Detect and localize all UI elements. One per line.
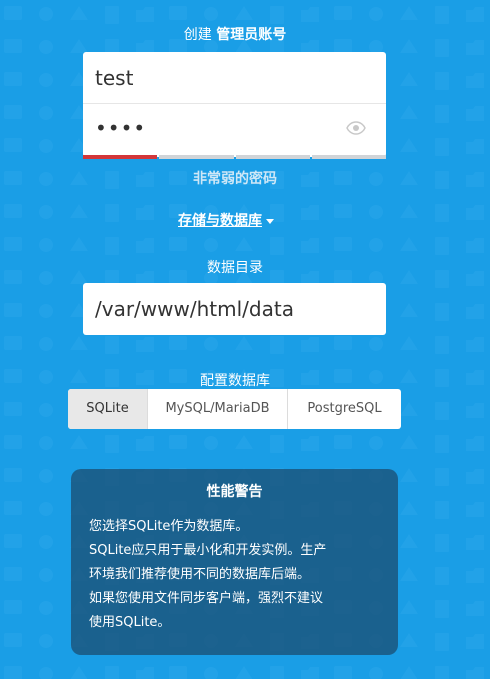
- setup-form: 创建 管理员账号 test •••• 非常弱的密码 存储与数据库 数据目录 /v…: [0, 0, 490, 679]
- admin-credentials-card: test ••••: [83, 52, 386, 157]
- strength-segment: [83, 155, 158, 159]
- db-option-mysql[interactable]: MySQL/MariaDB: [148, 389, 288, 429]
- eye-icon[interactable]: [346, 121, 366, 135]
- password-input[interactable]: ••••: [83, 105, 386, 154]
- warning-line: 使用SQLite。: [89, 615, 171, 630]
- password-strength-meter: [83, 155, 386, 159]
- data-directory-input[interactable]: /var/www/html/data: [83, 283, 386, 335]
- warning-line: 环境我们推荐使用不同的数据库后端。: [89, 567, 311, 582]
- strength-segment: [235, 155, 310, 159]
- db-option-sqlite[interactable]: SQLite: [68, 389, 148, 429]
- database-type-selector: SQLite MySQL/MariaDB PostgreSQL: [68, 389, 401, 429]
- warning-title: 性能警告: [206, 484, 263, 500]
- caret-down-icon: [266, 218, 274, 224]
- warning-line: 您选择SQLite作为数据库。: [89, 519, 249, 534]
- storage-database-toggle[interactable]: 存储与数据库: [0, 210, 452, 230]
- admin-title-prefix: 创建: [183, 27, 212, 43]
- storage-toggle-label: 存储与数据库: [178, 213, 262, 229]
- strength-segment: [159, 155, 234, 159]
- warning-line: SQLite应只用于最小化和开发实例。生产: [89, 543, 327, 558]
- strength-segment: [311, 155, 386, 159]
- warning-line: 如果您使用文件同步客户端，强烈不建议: [89, 591, 324, 606]
- data-directory-label: 数据目录: [207, 260, 263, 276]
- admin-account-title: 创建 管理员账号: [0, 24, 470, 44]
- admin-title-strong: 管理员账号: [216, 27, 287, 43]
- performance-warning: 性能警告 您选择SQLite作为数据库。 SQLite应只用于最小化和开发实例。…: [71, 469, 398, 655]
- db-option-postgresql[interactable]: PostgreSQL: [288, 389, 401, 429]
- username-input[interactable]: test: [83, 52, 386, 104]
- configure-database-label: 配置数据库: [200, 373, 270, 389]
- password-strength-text: 非常弱的密码: [193, 171, 277, 187]
